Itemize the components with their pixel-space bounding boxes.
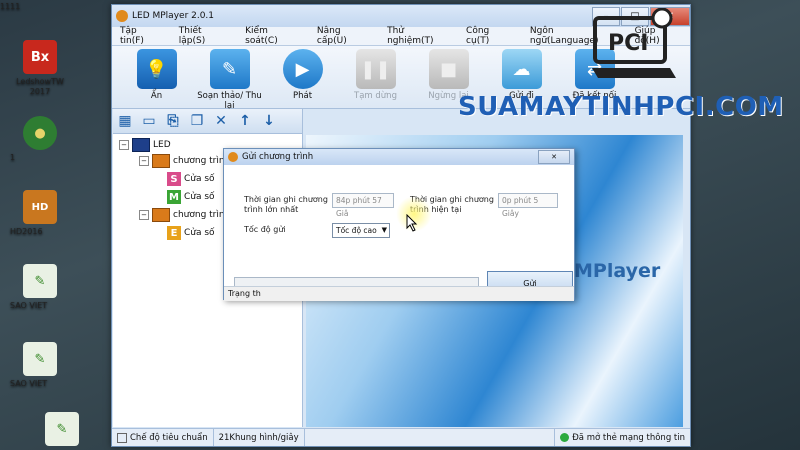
play-button[interactable]: ▶ Phát xyxy=(266,46,339,108)
move-up-icon[interactable]: ↑ xyxy=(233,111,257,131)
window-title: LED MPlayer 2.0.1 xyxy=(132,11,215,21)
desktop-icon-saoviet-2[interactable]: ✎ SAO VIET xyxy=(10,342,70,388)
subtitle-icon: S xyxy=(167,172,181,186)
watermark-text: SUAMAYTINHPCI.COM xyxy=(458,92,784,122)
status-network: Đã mở thẻ mạng thông tin xyxy=(554,429,690,446)
copy-icon[interactable]: ❐ xyxy=(185,111,209,131)
collapse-icon[interactable]: − xyxy=(119,140,129,150)
lightbulb-icon: 💡 xyxy=(136,49,177,89)
checkbox-icon xyxy=(117,432,127,443)
document-icon: ✎ xyxy=(23,264,57,298)
menu-test[interactable]: Thử nghiệm(T) xyxy=(379,26,458,46)
edit-label: Soạn thảo/ Thu lại xyxy=(197,91,262,111)
new-page-icon[interactable]: ⎘ xyxy=(161,111,185,131)
collapse-icon[interactable]: − xyxy=(139,156,149,166)
speed-label: Tốc độ gửi xyxy=(244,225,286,234)
status-frames: 21Khung hình/giây xyxy=(214,429,305,446)
dialog-body: Thời gian ghi chương trình lớn nhất 84p … xyxy=(224,165,574,301)
tree-toolbar: ▦ ▭ ⎘ ❐ ✕ ↑ ↓ xyxy=(113,109,302,134)
ledshow-icon: Bx xyxy=(23,40,57,74)
screen-icon xyxy=(132,138,150,152)
hd2016-icon: HD xyxy=(23,190,57,224)
program-tree: − LED − chương trình S Cửa số M Cửa số −… xyxy=(113,134,302,240)
menu-control[interactable]: Kiểm soát(C) xyxy=(237,26,309,46)
speed-select[interactable]: Tốc độ cao ▼ xyxy=(332,223,390,238)
desktop-icon-saoviet-1[interactable]: ✎ SAO VIET xyxy=(10,264,70,310)
status-bar: Chế độ tiêu chuẩn 21Khung hình/giây Đã m… xyxy=(112,428,690,446)
cloud-send-icon: ☁ xyxy=(501,49,542,89)
desktop-icon-hd2016[interactable]: HD HD2016 xyxy=(10,190,70,236)
status-mode: Chế độ tiêu chuẩn xyxy=(112,429,214,446)
play-label: Phát xyxy=(292,91,313,101)
lightbulb-icon: ● xyxy=(23,116,57,150)
desktop-icon-document[interactable]: ✎ xyxy=(32,412,92,449)
menu-file[interactable]: Tập tin(F) xyxy=(112,26,171,46)
current-time-field: 0p phút 5 Giây xyxy=(498,193,558,218)
pause-icon: ❚❚ xyxy=(355,49,396,89)
tree-window-e[interactable]: E Cửa số xyxy=(167,226,215,240)
move-down-icon[interactable]: ↓ xyxy=(257,111,281,131)
film-icon[interactable]: ▦ xyxy=(113,111,137,131)
media-icon: M xyxy=(167,190,181,204)
preview-brand: MPlayer xyxy=(574,260,661,282)
tree-program-1[interactable]: − chương trình xyxy=(139,154,230,168)
pause-button[interactable]: ❚❚ Tạm dừng xyxy=(339,46,412,108)
tree-window-s[interactable]: S Cửa số xyxy=(167,172,215,186)
play-icon: ▶ xyxy=(282,49,323,89)
pause-label: Tạm dừng xyxy=(354,91,397,101)
dialog-close-button[interactable]: ✕ xyxy=(538,150,570,164)
dialog-title: Gửi chương trình xyxy=(242,152,314,162)
menu-upgrade[interactable]: Nâng cấp(U) xyxy=(309,26,379,46)
desktop-icon-1[interactable]: ● 1 xyxy=(10,116,70,162)
edit-button[interactable]: ✎ Soạn thảo/ Thu lại xyxy=(193,46,266,111)
hide-button[interactable]: 💡 Ẩn xyxy=(120,46,193,108)
tree-root[interactable]: − LED xyxy=(119,138,171,152)
max-time-field: 84p phút 57 Giâ xyxy=(332,193,394,218)
desktop-icon-ledshow[interactable]: Bx LedshowTW 2017 xyxy=(10,40,70,96)
program-icon xyxy=(152,154,170,168)
document-icon: ✎ xyxy=(23,342,57,376)
dialog-status-text: Trạng th xyxy=(228,289,261,298)
app-icon xyxy=(228,152,238,162)
document-icon: ✎ xyxy=(45,412,79,446)
delete-icon[interactable]: ✕ xyxy=(209,111,233,131)
menu-tools[interactable]: Công cụ(T) xyxy=(458,26,522,46)
collapse-icon[interactable]: − xyxy=(139,210,149,220)
max-time-label: Thời gian ghi chương trình lớn nhất xyxy=(244,195,328,214)
tree-window-m[interactable]: M Cửa số xyxy=(167,190,215,204)
app-icon xyxy=(116,10,128,22)
pci-logo-text: PCI xyxy=(608,31,648,56)
mouse-cursor-icon xyxy=(406,214,418,232)
menu-settings[interactable]: Thiết lập(S) xyxy=(171,26,237,46)
hide-label: Ẩn xyxy=(150,91,163,101)
network-ok-icon xyxy=(560,433,570,442)
chevron-down-icon: ▼ xyxy=(381,226,387,234)
dialog-title-bar[interactable]: Gửi chương trình ✕ xyxy=(224,149,574,165)
stop-icon: ■ xyxy=(428,49,469,89)
dialog-status-bar: Trạng th xyxy=(224,286,574,301)
edit-icon: ✎ xyxy=(209,49,250,89)
effect-icon: E xyxy=(167,226,181,240)
window-icon[interactable]: ▭ xyxy=(137,111,161,131)
pci-logo-icon: PCI xyxy=(592,8,676,78)
program-icon xyxy=(152,208,170,222)
tree-program-2[interactable]: − chương trình xyxy=(139,208,230,222)
